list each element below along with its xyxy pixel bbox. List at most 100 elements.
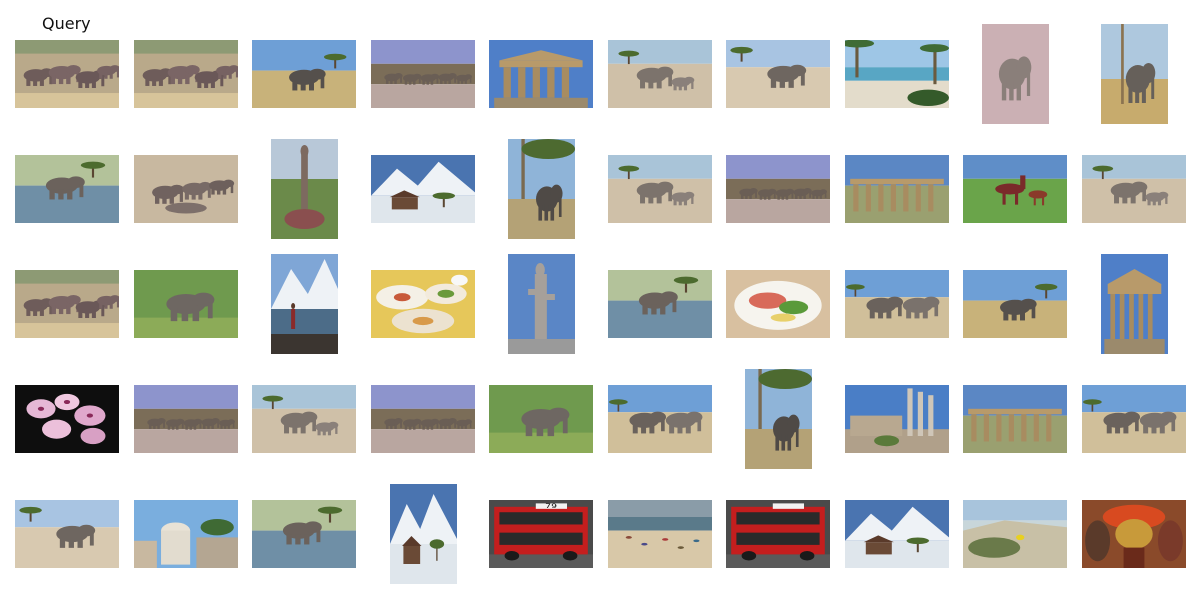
elephant-green-image <box>489 385 593 453</box>
elephant-under-tree-image <box>507 139 575 239</box>
result-thumbnail-elephant-grass[interactable] <box>15 500 119 568</box>
result-thumbnail-temple-ruin-long[interactable] <box>845 155 949 223</box>
result-thumbnail-elephant-under-tree[interactable] <box>507 139 575 239</box>
result-thumbnail-hiker-mountain-lake[interactable] <box>270 254 338 354</box>
svg-text:79: 79 <box>545 503 557 510</box>
result-thumbnail-snowy-mountain-village[interactable] <box>845 500 949 568</box>
snowy-mountain-village-image <box>389 484 457 584</box>
result-thumbnail-elephant-mother-calf[interactable] <box>1082 155 1186 223</box>
snowy-mountain-village-image <box>371 155 475 223</box>
beach-crowd-image <box>608 500 712 568</box>
result-thumbnail-horses-grass[interactable] <box>963 155 1067 223</box>
elephant-under-tree-image <box>744 369 812 469</box>
colosseum-ruins-image <box>845 385 949 453</box>
result-thumbnail-statue-sky[interactable] <box>507 254 575 354</box>
elephant-standing-image <box>981 24 1049 124</box>
result-thumbnail-temple-ruin[interactable] <box>1100 254 1168 354</box>
result-thumbnail-food-platter[interactable] <box>371 270 475 338</box>
elephant-herd-dust-image <box>134 40 238 108</box>
elephant-pair-image <box>608 385 712 453</box>
result-thumbnail-elephant-standing[interactable] <box>981 24 1049 124</box>
snowy-mountain-village-image <box>845 500 949 568</box>
result-thumbnail-elephant-standing-tree[interactable] <box>1100 24 1168 124</box>
result-thumbnail-elephant-savanna[interactable] <box>252 40 356 108</box>
result-thumbnail-elephant-mother-calf[interactable] <box>608 40 712 108</box>
result-thumbnail-statue-garden[interactable] <box>270 139 338 239</box>
result-thumbnail-elephant-herd-distant[interactable] <box>371 385 475 453</box>
elephant-grass-image <box>15 500 119 568</box>
query-label: Query <box>42 14 91 33</box>
result-thumbnail-elephant-pair[interactable] <box>1082 385 1186 453</box>
result-thumbnail-temple-ruin-long[interactable] <box>963 385 1067 453</box>
result-thumbnail-tribal-portrait[interactable] <box>1082 500 1186 568</box>
statue-sky-image <box>507 254 575 354</box>
result-thumbnail-elephant-green[interactable] <box>134 270 238 338</box>
temple-ruin-image <box>489 40 593 108</box>
result-thumbnail-temple-ruin[interactable] <box>489 40 593 108</box>
result-thumbnail-beach-crowd[interactable] <box>608 500 712 568</box>
result-thumbnail-elephant-green[interactable] <box>489 385 593 453</box>
hiker-mountain-lake-image <box>270 254 338 354</box>
red-bus-image: 79 <box>489 500 593 568</box>
temple-ruin-image <box>1100 254 1168 354</box>
elephant-standing-tree-image <box>1100 24 1168 124</box>
result-thumbnail-elephant-herd-lying[interactable] <box>134 155 238 223</box>
result-thumbnail-elephant-savanna[interactable] <box>963 270 1067 338</box>
elephant-water-image <box>252 500 356 568</box>
elephant-herd-dust-image <box>15 40 119 108</box>
result-thumbnail-elephant-herd-dust[interactable] <box>134 40 238 108</box>
result-thumbnail-beach-palms[interactable] <box>845 40 949 108</box>
result-thumbnail-elephant-grass[interactable] <box>726 40 830 108</box>
result-thumbnail-elephant-water[interactable] <box>252 500 356 568</box>
food-plate-image <box>726 270 830 338</box>
result-thumbnail-pink-flowers[interactable] <box>15 385 119 453</box>
elephant-herd-distant-image <box>371 40 475 108</box>
elephant-water-image <box>608 270 712 338</box>
result-thumbnail-elephant-mother-calf[interactable] <box>252 385 356 453</box>
query-thumbnail[interactable] <box>15 40 119 108</box>
result-thumbnail-elephant-water[interactable] <box>608 270 712 338</box>
elephant-water-image <box>15 155 119 223</box>
elephant-pair-image <box>845 270 949 338</box>
result-thumbnail-elephant-herd-distant[interactable] <box>134 385 238 453</box>
result-thumbnail-colosseum-ruins[interactable] <box>845 385 949 453</box>
result-thumbnail-city-dome[interactable] <box>134 500 238 568</box>
result-thumbnail-elephant-herd-distant[interactable] <box>371 40 475 108</box>
tribal-portrait-image <box>1082 500 1186 568</box>
horses-grass-image <box>963 155 1067 223</box>
result-thumbnail-snowy-mountain-village[interactable] <box>371 155 475 223</box>
result-thumbnail-elephant-mother-calf[interactable] <box>608 155 712 223</box>
result-thumbnail-elephant-pair[interactable] <box>608 385 712 453</box>
elephant-savanna-image <box>252 40 356 108</box>
statue-garden-image <box>270 139 338 239</box>
elephant-mother-calf-image <box>1082 155 1186 223</box>
result-thumbnail-food-plate[interactable] <box>726 270 830 338</box>
elephant-mother-calf-image <box>608 40 712 108</box>
elephant-herd-distant-image <box>726 155 830 223</box>
beach-palms-image <box>845 40 949 108</box>
result-thumbnail-elephant-herd-dust[interactable] <box>15 270 119 338</box>
food-platter-image <box>371 270 475 338</box>
elephant-green-image <box>134 270 238 338</box>
elephant-savanna-image <box>963 270 1067 338</box>
retrieval-results-grid: Query 79 <box>0 0 1200 600</box>
elephant-mother-calf-image <box>252 385 356 453</box>
result-thumbnail-beach-dunes[interactable] <box>963 500 1067 568</box>
result-thumbnail-elephant-pair[interactable] <box>845 270 949 338</box>
result-thumbnail-elephant-water[interactable] <box>15 155 119 223</box>
elephant-herd-dust-image <box>15 270 119 338</box>
elephant-grass-image <box>726 40 830 108</box>
temple-ruin-long-image <box>845 155 949 223</box>
result-thumbnail-elephant-herd-distant[interactable] <box>726 155 830 223</box>
result-thumbnail-snowy-mountain-village[interactable] <box>389 484 457 584</box>
elephant-pair-image <box>1082 385 1186 453</box>
result-thumbnail-red-bus[interactable] <box>726 500 830 568</box>
red-bus-image <box>726 500 830 568</box>
result-thumbnail-red-bus[interactable]: 79 <box>489 500 593 568</box>
elephant-herd-distant-image <box>134 385 238 453</box>
elephant-mother-calf-image <box>608 155 712 223</box>
beach-dunes-image <box>963 500 1067 568</box>
temple-ruin-long-image <box>963 385 1067 453</box>
result-thumbnail-elephant-under-tree[interactable] <box>744 369 812 469</box>
elephant-herd-lying-image <box>134 155 238 223</box>
